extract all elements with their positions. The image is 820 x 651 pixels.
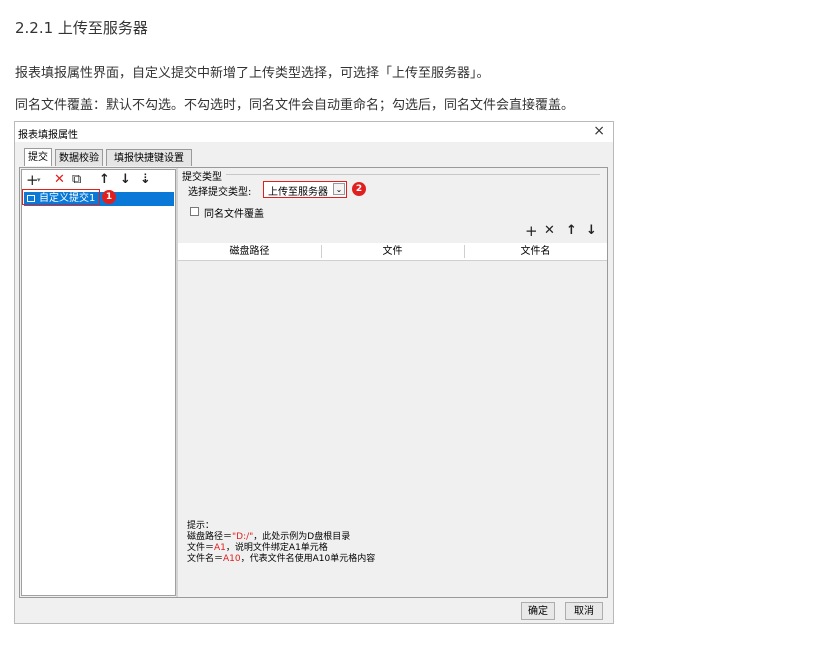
row-down-icon[interactable]: ↓ [586,223,597,239]
group-divider [226,174,600,175]
chevron-down-icon[interactable]: ⌄ [333,183,345,195]
copy-icon[interactable]: ⧉ [72,172,81,188]
add-row-icon[interactable]: + [525,223,538,239]
callout-badge-1: 1 [102,190,116,204]
overwrite-checkbox-label: 同名文件覆盖 [204,209,264,220]
file-table: 磁盘路径 文件 文件名 [178,243,607,517]
submit-type-label: 选择提交类型: [188,187,252,198]
tab-shortcut-settings[interactable]: 填报快捷键设置 [106,149,192,166]
submit-tab-panel: + ▾ ✕ ⧉ ↑ ↓ ⇣ 自定义提交1 1 提交类型 选择提交类型: 上传至服… [19,167,608,598]
column-file-name[interactable]: 文件名 [464,243,607,260]
tab-data-validation[interactable]: 数据校验 [55,149,103,166]
column-disk-path[interactable]: 磁盘路径 [178,243,321,260]
hint-text: 提示： 磁盘路径＝"D:/"，此处示例为D盘根目录 文件＝A1，说明文件绑定A1… [187,521,375,565]
delete-row-icon[interactable]: ✕ [544,223,555,239]
row-up-icon[interactable]: ↑ [566,223,577,239]
tab-submit[interactable]: 提交 [24,148,52,166]
ok-button[interactable]: 确定 [521,602,555,620]
callout-badge-2: 2 [352,182,366,196]
overwrite-checkbox[interactable] [190,207,199,216]
paragraph-upload-type: 报表填报属性界面，自定义提交中新增了上传类型选择，可选择「上传至服务器」。 [15,66,490,81]
highlight-box-item [22,189,100,205]
file-table-header: 磁盘路径 文件 文件名 [178,243,607,261]
hint-line-2: 文件＝A1，说明文件绑定A1单元格 [187,543,328,553]
submit-list-pane: + ▾ ✕ ⧉ ↑ ↓ ⇣ 自定义提交1 1 [21,169,176,596]
paragraph-overwrite: 同名文件覆盖：默认不勾选。不勾选时，同名文件会自动重命名；勾选后，同名文件会直接… [15,98,575,113]
submit-type-select[interactable]: 上传至服务器 ⌄ [263,181,347,198]
submit-type-value: 上传至服务器 [268,187,328,198]
column-file[interactable]: 文件 [321,243,464,260]
group-label-submit-type: 提交类型 [182,172,222,183]
cancel-button[interactable]: 取消 [565,602,603,620]
hint-line-1: 磁盘路径＝"D:/"，此处示例为D盘根目录 [187,532,351,542]
file-table-toolbar: + ✕ ↑ ↓ [519,223,599,239]
close-icon[interactable]: × [593,123,605,139]
section-heading: 2.2.1 上传至服务器 [15,19,148,37]
dialog-title: 报表填报属性 [18,130,78,141]
hint-line-3: 文件名＝A10，代表文件名使用A10单元格内容 [187,554,376,564]
add-dropdown-icon[interactable]: ▾ [37,172,41,188]
dialog-titlebar: 报表填报属性 × [15,122,613,142]
delete-icon[interactable]: ✕ [54,172,65,188]
move-down-icon[interactable]: ↓ [120,172,131,188]
hint-title: 提示： [187,521,215,531]
move-up-icon[interactable]: ↑ [99,172,110,188]
report-fill-properties-dialog: 报表填报属性 × 提交 数据校验 填报快捷键设置 + ▾ ✕ ⧉ ↑ ↓ ⇣ 自… [14,121,614,624]
sort-icon[interactable]: ⇣ [140,172,151,188]
submit-settings-pane: 提交类型 选择提交类型: 上传至服务器 ⌄ 2 同名文件覆盖 + ✕ ↑ ↓ 磁… [178,168,607,597]
